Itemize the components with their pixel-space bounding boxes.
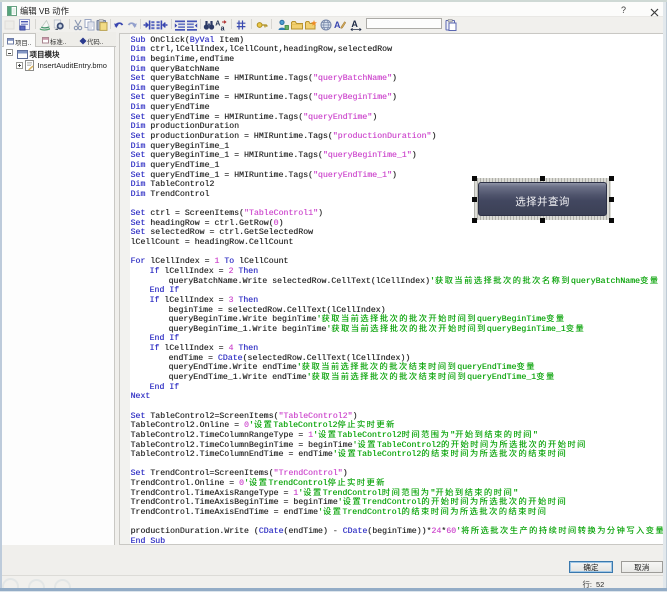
svg-text:a: a <box>220 25 224 30</box>
svg-text:A: A <box>351 19 358 29</box>
svg-text:A: A <box>215 20 220 27</box>
svg-text:A: A <box>334 20 341 30</box>
